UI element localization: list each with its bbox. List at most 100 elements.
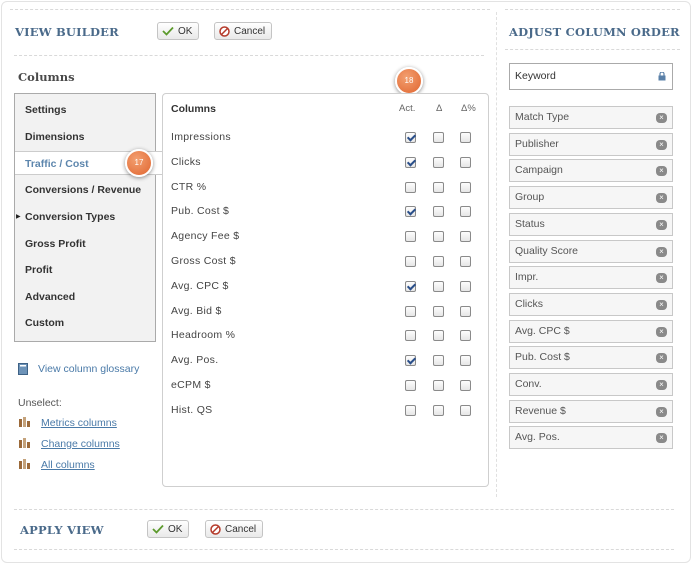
remove-icon[interactable]: × — [656, 139, 667, 150]
order-item[interactable]: Quality Score × — [509, 239, 673, 263]
columns-panel: Columns Act. Δ Δ% Impressions Clicks CTR %… — [162, 93, 489, 487]
order-item-keyword-locked: Keyword — [509, 63, 673, 90]
cancel-button[interactable]: Cancel — [214, 22, 273, 40]
order-item[interactable]: Clicks × — [509, 292, 673, 316]
remove-icon[interactable]: × — [656, 219, 667, 230]
category-dimensions[interactable]: Dimensions — [15, 125, 157, 149]
order-item[interactable]: Publisher × — [509, 132, 673, 156]
order-item[interactable]: Status × — [509, 212, 673, 236]
order-item[interactable]: Campaign × — [509, 159, 673, 183]
checkbox-delta[interactable] — [433, 380, 444, 391]
checkbox-act[interactable] — [405, 280, 416, 292]
unselect-metrics-columns-link[interactable]: Metrics columns — [41, 417, 117, 429]
order-item[interactable]: Conv. × — [509, 373, 673, 396]
checkbox-delta[interactable] — [433, 231, 444, 243]
column-header-act: Act. — [399, 103, 416, 114]
checkbox-act[interactable] — [405, 132, 416, 143]
checkbox-delta-pct[interactable] — [460, 355, 471, 367]
order-item[interactable]: Revenue $ × — [509, 399, 673, 423]
ok-button[interactable]: OK — [157, 22, 200, 40]
remove-icon[interactable]: × — [656, 193, 667, 204]
checkbox-delta[interactable] — [433, 132, 444, 143]
checkbox-delta-pct[interactable] — [460, 404, 471, 416]
bottom-divider-bottom — [14, 549, 674, 550]
category-conversions-revenue[interactable]: Conversions / Revenue — [15, 178, 157, 202]
checkbox-delta-pct[interactable] — [460, 380, 471, 391]
order-item[interactable]: Avg. Pos. × — [509, 426, 673, 450]
column-row-label: Headroom % — [171, 329, 236, 342]
remove-icon[interactable]: × — [656, 380, 667, 390]
remove-icon[interactable]: × — [656, 273, 667, 284]
order-item[interactable]: Match Type × — [509, 106, 673, 129]
columns-panel-heading: Columns — [171, 103, 216, 115]
order-item[interactable]: Avg. CPC $ × — [509, 319, 673, 343]
checkbox-delta-pct[interactable] — [460, 231, 471, 243]
checkbox-delta-pct[interactable] — [460, 156, 471, 168]
checkbox-act[interactable] — [405, 380, 416, 391]
checkbox-act[interactable] — [405, 305, 416, 317]
cancel-icon — [210, 523, 221, 535]
checkbox-delta[interactable] — [433, 206, 444, 218]
cancel-icon — [219, 25, 230, 37]
checkbox-act[interactable] — [405, 404, 416, 416]
check-icon — [152, 524, 164, 534]
adjust-column-order-title: ADJUST COLUMN ORDER — [509, 25, 680, 39]
checkbox-act[interactable] — [405, 355, 416, 367]
checkbox-delta-pct[interactable] — [460, 280, 471, 292]
checkbox-act[interactable] — [405, 256, 416, 267]
remove-icon[interactable]: × — [656, 246, 667, 257]
checkbox-delta-pct[interactable] — [460, 305, 471, 317]
all-columns-icon — [19, 459, 30, 469]
unselect-change-columns-link[interactable]: Change columns — [41, 438, 120, 450]
checkbox-act[interactable] — [405, 330, 416, 342]
checkbox-delta[interactable] — [433, 330, 444, 342]
category-conversion-types[interactable]: Conversion Types — [15, 205, 157, 229]
checkbox-delta[interactable] — [433, 305, 444, 317]
unselect-label: Unselect: — [18, 397, 62, 409]
checkbox-delta-pct[interactable] — [460, 206, 471, 218]
remove-icon[interactable]: × — [656, 406, 667, 417]
order-item-label: Quality Score — [515, 244, 579, 257]
apply-cancel-button[interactable]: Cancel — [205, 520, 264, 538]
remove-icon[interactable]: × — [656, 326, 667, 337]
step-badge-17: 17 — [125, 149, 153, 177]
checkbox-delta[interactable] — [433, 156, 444, 168]
checkbox-delta[interactable] — [433, 256, 444, 267]
remove-icon[interactable]: × — [656, 433, 667, 444]
category-advanced[interactable]: Advanced — [15, 285, 157, 309]
checkbox-delta-pct[interactable] — [460, 181, 471, 193]
bottom-divider-top — [14, 509, 674, 510]
checkbox-act[interactable] — [405, 181, 416, 193]
category-profit[interactable]: Profit — [15, 258, 157, 282]
order-item[interactable]: Impr. × — [509, 266, 673, 290]
order-item-label: Avg. Pos. — [515, 431, 560, 444]
header-divider-left — [14, 55, 484, 56]
order-item[interactable]: Pub. Cost $ × — [509, 346, 673, 370]
category-gross-profit[interactable]: Gross Profit — [15, 232, 157, 256]
checkbox-delta[interactable] — [433, 280, 444, 292]
category-custom[interactable]: Custom — [15, 311, 157, 335]
order-item-label: Campaign — [515, 164, 563, 177]
category-settings[interactable]: Settings — [15, 98, 157, 122]
apply-ok-button[interactable]: OK — [147, 520, 190, 538]
checkbox-act[interactable] — [405, 206, 416, 218]
checkbox-delta[interactable] — [433, 404, 444, 416]
view-column-glossary-link[interactable]: View column glossary — [38, 363, 139, 375]
remove-icon[interactable]: × — [656, 353, 667, 364]
unselect-all-columns-link[interactable]: All columns — [41, 459, 95, 471]
view-builder-title: VIEW BUILDER — [15, 25, 119, 39]
checkbox-act[interactable] — [405, 156, 416, 168]
order-item[interactable]: Group × — [509, 186, 673, 210]
remove-icon[interactable]: × — [656, 113, 667, 123]
order-item-label: Conv. — [515, 378, 542, 390]
checkbox-delta-pct[interactable] — [460, 256, 471, 267]
checkbox-delta[interactable] — [433, 181, 444, 193]
remove-icon[interactable]: × — [656, 166, 667, 177]
checkbox-delta-pct[interactable] — [460, 132, 471, 143]
checkbox-act[interactable] — [405, 231, 416, 243]
glossary-link-text: View column glossary — [38, 363, 140, 375]
checkbox-delta-pct[interactable] — [460, 330, 471, 342]
checkbox-delta[interactable] — [433, 355, 444, 367]
all-columns-text: All columns — [41, 459, 95, 471]
remove-icon[interactable]: × — [656, 299, 667, 310]
